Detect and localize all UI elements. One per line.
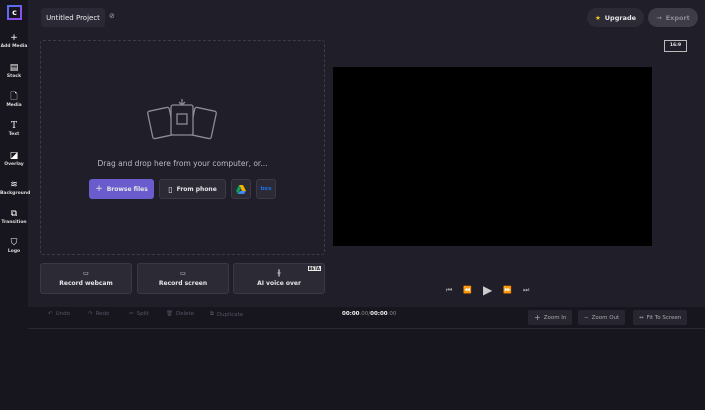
shield-icon: ⛉ xyxy=(10,238,18,248)
skip-end-icon[interactable]: ⏭ xyxy=(523,286,529,295)
fit-icon: ↔ xyxy=(639,314,644,321)
star-icon: ★ xyxy=(594,13,601,22)
media-files-icon xyxy=(147,99,217,140)
plus-icon: + xyxy=(95,184,103,194)
text-icon: T xyxy=(10,121,17,131)
redo-icon: ↷ xyxy=(88,311,93,317)
from-phone-button[interactable]: ▯ From phone xyxy=(159,179,226,199)
google-drive-icon xyxy=(236,184,246,194)
play-icon[interactable]: ▶ xyxy=(483,283,492,297)
project-title[interactable]: Untitled Project xyxy=(41,8,105,27)
drop-prompt: Drag and drop here from your computer, o… xyxy=(97,159,268,168)
undo-button[interactable]: ↶ Undo xyxy=(48,311,70,317)
sidebar-item-add-media[interactable]: + Add Media xyxy=(0,33,28,49)
redo-button[interactable]: ↷ Redo xyxy=(88,311,109,317)
fit-to-screen-button[interactable]: ↔ Fit To Screen xyxy=(633,310,688,325)
aspect-ratio-button[interactable]: 16:9 xyxy=(664,40,687,52)
upgrade-button[interactable]: ★ Upgrade xyxy=(587,8,644,27)
transition-icon: ⧉ xyxy=(10,209,18,219)
app-logo[interactable]: c xyxy=(7,5,22,20)
overlay-icon: ◪ xyxy=(9,151,19,161)
stock-icon: ▤ xyxy=(9,63,19,73)
sidebar-item-stock[interactable]: ▤ Stock xyxy=(0,63,28,79)
zoom-out-button[interactable]: − Zoom Out xyxy=(578,310,626,325)
sidebar-item-overlay[interactable]: ◪ Overlay xyxy=(0,151,28,167)
waveform-icon: ╫ xyxy=(277,270,281,277)
box-icon: box xyxy=(260,186,272,192)
scissors-icon: ✂ xyxy=(129,311,134,317)
delete-button[interactable]: 🗑 Delete xyxy=(166,311,194,317)
monitor-icon: ▭ xyxy=(180,270,186,277)
box-button[interactable]: box xyxy=(256,179,276,199)
undo-icon: ↶ xyxy=(48,311,53,317)
zoom-in-button[interactable]: + Zoom In xyxy=(528,310,573,325)
sidebar-item-transition[interactable]: ⧉ Transition xyxy=(0,209,28,225)
sidebar-item-text[interactable]: T Text xyxy=(0,121,28,137)
export-button[interactable]: → Export xyxy=(648,8,698,27)
record-screen-button[interactable]: ▭ Record screen xyxy=(137,263,229,294)
google-drive-button[interactable] xyxy=(231,179,251,199)
skip-start-icon[interactable]: ⏮ xyxy=(446,286,452,295)
sidebar-item-background[interactable]: ≋ Background xyxy=(0,180,30,196)
record-webcam-button[interactable]: ▭ Record webcam xyxy=(40,263,132,294)
sidebar-item-logo[interactable]: ⛉ Logo xyxy=(0,238,28,254)
timeline-divider xyxy=(28,328,705,329)
arrow-right-icon: → xyxy=(656,13,662,22)
beta-badge: BETA xyxy=(307,266,321,271)
webcam-icon: ▭ xyxy=(83,270,89,277)
ai-voice-over-button[interactable]: ╫ AI voice over BETA xyxy=(233,263,325,294)
browse-files-button[interactable]: + Browse files xyxy=(89,179,154,199)
rewind-icon[interactable]: ⏪ xyxy=(463,286,472,294)
video-preview[interactable] xyxy=(333,67,652,246)
file-icon: 🗋 xyxy=(10,92,18,102)
minus-icon: − xyxy=(584,314,589,321)
duplicate-icon: ⧉ xyxy=(210,311,214,317)
sidebar: c + Add Media ▤ Stock 🗋 Media T Text ◪ Overla… xyxy=(0,0,30,410)
plus-icon: + xyxy=(534,313,541,322)
drop-zone[interactable]: Drag and drop here from your computer, o… xyxy=(40,40,325,255)
cloud-off-icon: ⊘ xyxy=(109,12,115,20)
sidebar-item-media[interactable]: 🗋 Media xyxy=(0,92,28,108)
playback-controls: ⏮ ⏪ ▶ ⏩ ⏭ xyxy=(446,283,529,297)
phone-icon: ▯ xyxy=(168,184,173,194)
split-button[interactable]: ✂ Split xyxy=(129,311,149,317)
duplicate-button[interactable]: ⧉ Duplicate xyxy=(210,311,243,318)
trash-icon: 🗑 xyxy=(166,311,173,317)
plus-icon: + xyxy=(10,33,18,43)
time-display: 00:00.00 / 00:00.00 xyxy=(342,311,397,317)
layers-icon: ≋ xyxy=(10,180,18,190)
fast-forward-icon[interactable]: ⏩ xyxy=(503,286,512,294)
